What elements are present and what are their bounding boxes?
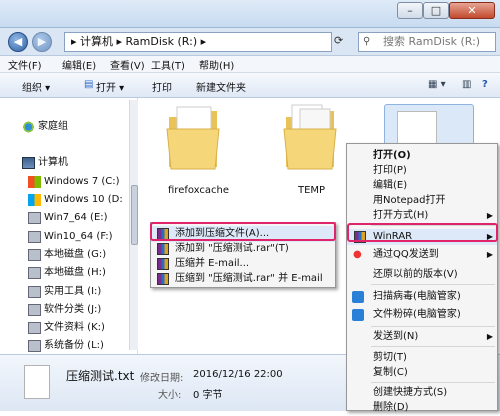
drive-icon (28, 267, 41, 279)
submenu-item-compress-rar-email[interactable]: 压缩到 "压缩测试.rar" 并 E-mail (151, 271, 335, 287)
context-menu: 打开(O) 打印(P) 编辑(E) 用Notepad打开 打开方式(H) ▶ Wi… (346, 143, 498, 413)
menu-item-delete[interactable]: 删除(D) (347, 400, 497, 416)
highlight-box (150, 222, 336, 241)
nav-label: Win10_64 (F:) (44, 231, 113, 242)
winrar-icon (157, 243, 169, 255)
drive-icon (28, 249, 41, 261)
view-options-icon[interactable]: ▦ ▾ (428, 79, 446, 90)
address-bar[interactable]: ▸ 计算机 ▸ RamDisk (R:) ▸ (64, 32, 332, 52)
search-icon: ⚲ (363, 36, 371, 47)
help-icon[interactable]: ? (482, 79, 488, 90)
menu-item-open-with[interactable]: 打开方式(H) ▶ (347, 208, 497, 224)
menu-item-cut[interactable]: 剪切(T) (347, 350, 497, 366)
menu-item-create-shortcut[interactable]: 创建快捷方式(S) (347, 385, 497, 401)
drive-icon (28, 304, 41, 316)
preview-pane-icon[interactable]: ▥ (462, 79, 471, 90)
address-row: ◀ ▶ ▸ 计算机 ▸ RamDisk (R:) ▸ ⟳ 搜索 RamDisk … (0, 28, 500, 56)
new-folder-button[interactable]: 新建文件夹 (196, 79, 246, 94)
shield-icon (352, 309, 364, 321)
menu-item-shred-file[interactable]: 文件粉碎(电脑管家) (347, 307, 497, 323)
menu-item-copy[interactable]: 复制(C) (347, 365, 497, 381)
menu-item-qq-send[interactable]: ● 通过QQ发送到 ▶ (347, 247, 497, 263)
open-button[interactable]: 打开 ▾ (96, 79, 124, 94)
open-icon: ▤ (84, 79, 94, 90)
drive-icon (28, 212, 41, 224)
computer-icon (22, 157, 35, 169)
qq-icon: ● (353, 249, 362, 260)
menu-edit[interactable]: 编辑(E) (62, 57, 96, 72)
nav-label: 软件分类 (J:) (44, 304, 102, 315)
menu-item-restore-versions[interactable]: 还原以前的版本(V) (347, 267, 497, 283)
toolbar: 组织 ▾ ▤ 打开 ▾ 打印 新建文件夹 ▦ ▾ ▥ ? (0, 73, 500, 98)
nav-label: Win7_64 (E:) (44, 212, 108, 223)
menu-item-notepad[interactable]: 用Notepad打开 (347, 193, 497, 209)
nav-label: Windows 10 (D: (44, 194, 123, 205)
back-button[interactable]: ◀ (8, 32, 28, 52)
search-input[interactable]: 搜索 RamDisk (R:) (358, 32, 496, 52)
menu-item-send-to[interactable]: 发送到(N) ▶ (347, 329, 497, 345)
menu-view[interactable]: 查看(V) (110, 57, 145, 72)
details-modified: 2016/12/16 22:00 (193, 369, 283, 380)
submenu-item-compress-email[interactable]: 压缩并 E-mail... (151, 256, 335, 272)
nav-scrollbar[interactable] (129, 100, 138, 350)
file-name[interactable]: firefoxcache (168, 185, 229, 196)
details-size-label: 大小: (158, 390, 182, 401)
nav-label: 本地磁盘 (H:) (44, 267, 106, 278)
organize-button[interactable]: 组织 ▾ (22, 79, 50, 94)
menu-file[interactable]: 文件(F) (8, 57, 42, 72)
nav-label: 实用工具 (I:) (44, 286, 102, 297)
drive-icon (28, 286, 41, 298)
menu-item-open[interactable]: 打开(O) (347, 148, 497, 164)
file-name[interactable]: TEMP (298, 185, 325, 196)
menu-item-scan-virus[interactable]: 扫描病毒(电脑管家) (347, 289, 497, 305)
search-placeholder: 搜索 RamDisk (R:) (383, 35, 481, 48)
drive-icon (28, 322, 41, 334)
nav-label: 文件资料 (K:) (44, 322, 105, 333)
navigation-pane: 家庭组 计算机 Windows 7 (C:) Windows 10 (D: Wi… (0, 98, 138, 354)
text-file-icon (24, 365, 50, 399)
submenu-item-add-to-rar[interactable]: 添加到 "压缩测试.rar"(T) (151, 241, 335, 257)
details-modified-label: 修改日期: (140, 373, 184, 384)
maximize-button[interactable]: □ (423, 2, 449, 19)
nav-label: 系统备份 (L:) (44, 340, 104, 351)
title-bar: – □ ✕ (0, 0, 500, 28)
nav-label: 计算机 (38, 157, 68, 168)
shield-icon (352, 291, 364, 303)
winrar-icon (157, 273, 169, 285)
folder-icon[interactable] (165, 103, 221, 171)
menu-bar: 文件(F) 编辑(E) 查看(V) 工具(T) 帮助(H) (0, 56, 500, 73)
forward-button[interactable]: ▶ (32, 32, 52, 52)
drive-icon (28, 231, 41, 243)
winrar-icon (157, 258, 169, 270)
refresh-icon[interactable]: ⟳ (334, 34, 343, 47)
nav-label: 本地磁盘 (G:) (44, 249, 107, 260)
nav-label: Windows 7 (C:) (44, 176, 120, 187)
print-button[interactable]: 打印 (152, 79, 172, 94)
close-button[interactable]: ✕ (449, 2, 495, 19)
minimize-button[interactable]: – (397, 2, 423, 19)
windows-drive-icon (28, 176, 41, 188)
menu-help[interactable]: 帮助(H) (199, 57, 234, 72)
folder-icon[interactable] (282, 103, 338, 171)
details-size: 0 字节 (193, 390, 223, 401)
highlight-box (347, 223, 498, 242)
menu-item-print[interactable]: 打印(P) (347, 163, 497, 179)
scrollbar-thumb[interactable] (131, 185, 138, 245)
address-path: ▸ 计算机 ▸ RamDisk (R:) ▸ (71, 35, 207, 48)
drive-icon (28, 340, 41, 352)
details-filename: 压缩测试.txt (66, 369, 135, 383)
windows-drive-icon (28, 194, 41, 206)
homegroup-icon (22, 121, 35, 133)
menu-item-edit[interactable]: 编辑(E) (347, 178, 497, 194)
menu-tools[interactable]: 工具(T) (151, 57, 185, 72)
nav-label: 家庭组 (38, 121, 68, 132)
